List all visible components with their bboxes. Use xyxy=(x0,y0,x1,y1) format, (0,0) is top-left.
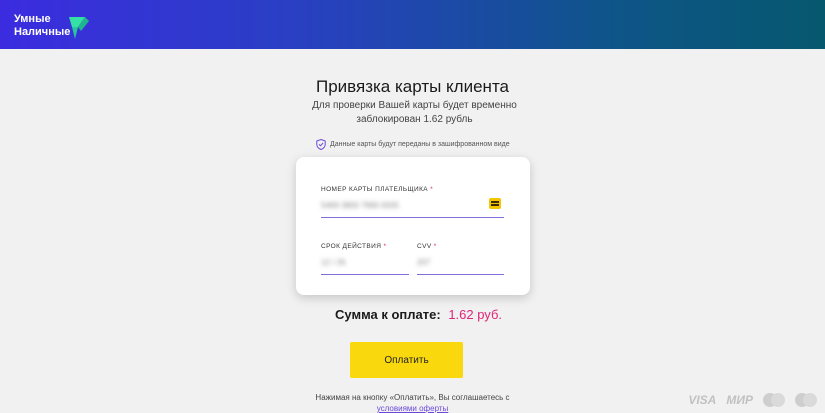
page-title: Привязка карты клиента xyxy=(315,77,509,96)
card-number-underline xyxy=(321,217,504,218)
cvv-label-text: CVV xyxy=(417,243,432,250)
sum-amount: 1.62 руб. xyxy=(448,307,503,322)
expiry-label-text: Срок действия xyxy=(321,243,382,250)
legal-text: Нажимая на кнопку «Оплатить», Вы соглаша… xyxy=(300,392,525,413)
brand-line-1: Умные xyxy=(14,13,51,25)
required-mark: * xyxy=(433,243,437,250)
card-number-label: Номер карты плательщика * xyxy=(321,186,433,193)
pay-button[interactable]: Оплатить xyxy=(350,342,463,378)
maestro-logo xyxy=(795,393,817,407)
expiry-underline xyxy=(321,274,409,275)
page-subtitle: Для проверки Вашей карты будет временно … xyxy=(312,100,517,125)
mir-logo: МИР xyxy=(726,393,753,407)
secure-note: Данные карты будут переданы в зашифрован… xyxy=(316,139,510,150)
brand-logo[interactable]: Умные Наличные xyxy=(14,13,89,39)
sum-label: Сумма к оплате: xyxy=(335,307,441,322)
card-number-input[interactable]: 5469 3800 7890 0005 xyxy=(321,201,399,210)
cvv-underline xyxy=(417,274,504,275)
logo-mark-icon xyxy=(69,17,89,39)
payment-logos: VISA МИР xyxy=(688,393,817,407)
header: Умные Наличные xyxy=(0,0,825,49)
cvv-label: CVV * xyxy=(417,243,437,250)
cvv-input[interactable]: 207 xyxy=(417,258,430,267)
visa-logo: VISA xyxy=(688,393,717,407)
legal-text-body: Нажимая на кнопку «Оплатить», Вы соглаша… xyxy=(315,393,510,402)
required-mark: * xyxy=(383,243,387,250)
credit-card-icon xyxy=(489,198,501,209)
offer-terms-link[interactable]: условиями оферты xyxy=(377,404,449,413)
payment-sum: Сумма к оплате: 1.62 руб. xyxy=(335,307,502,322)
brand-line-2: Наличные xyxy=(14,26,71,38)
expiry-input[interactable]: 12 / 26 xyxy=(321,258,345,267)
expiry-label: Срок действия * xyxy=(321,243,386,250)
card-number-label-text: Номер карты плательщика xyxy=(321,186,429,193)
secure-note-text: Данные карты будут переданы в зашифрован… xyxy=(330,141,510,148)
card-form: Номер карты плательщика * 5469 3800 7890… xyxy=(296,157,530,295)
required-mark: * xyxy=(430,186,434,193)
mastercard-logo xyxy=(763,393,785,407)
shield-check-icon xyxy=(316,139,326,150)
